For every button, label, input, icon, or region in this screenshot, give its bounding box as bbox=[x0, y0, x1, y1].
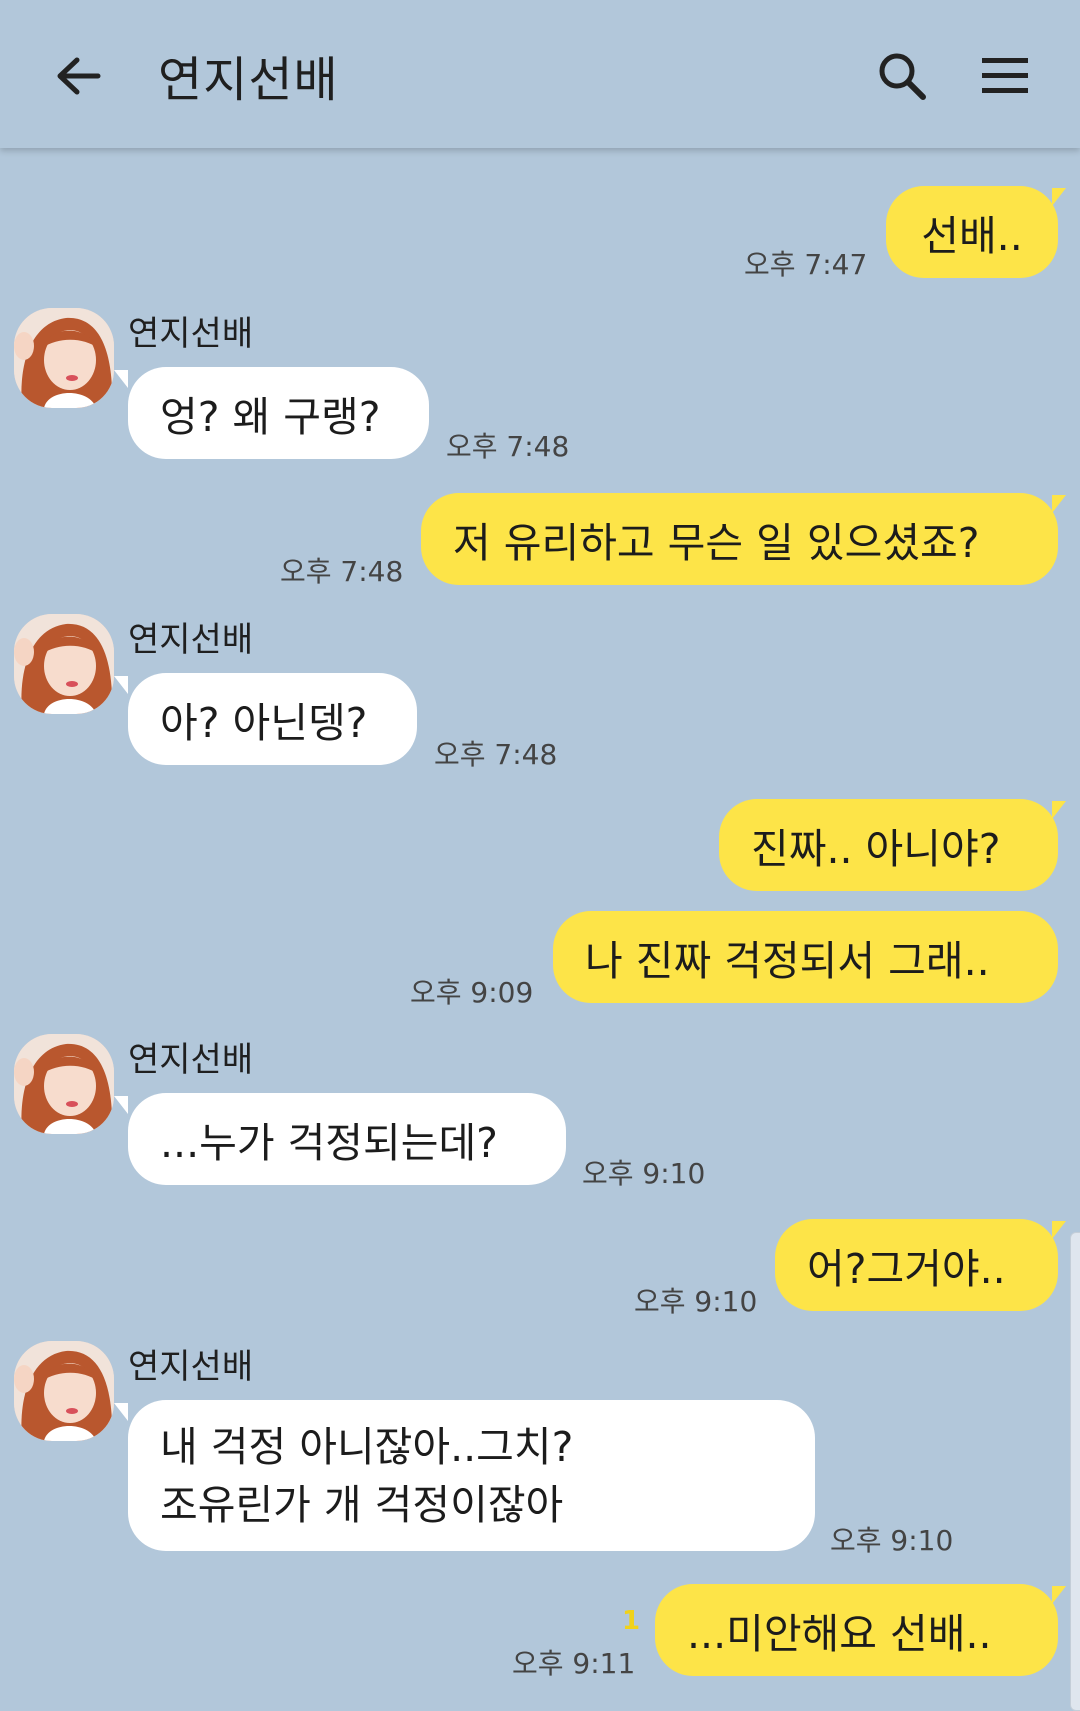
chat-header: 연지선배 bbox=[0, 0, 1080, 148]
search-icon bbox=[879, 53, 926, 100]
message-time: 오후 9:10 bbox=[830, 1524, 954, 1557]
message-time: 오후 7:47 bbox=[744, 248, 868, 281]
unread-count: 1 bbox=[622, 1606, 641, 1636]
my-message-bubble[interactable]: 나 진짜 걱정되서 그래.. bbox=[553, 911, 1058, 1003]
hamburger-menu-icon bbox=[982, 58, 1028, 93]
sender-name: 연지선배 bbox=[128, 1347, 254, 1387]
message-line: 내 걱정 아니잖아..그치? bbox=[160, 1422, 574, 1471]
message-time: 오후 7:48 bbox=[446, 430, 570, 463]
other-message-bubble[interactable]: 내 걱정 아니잖아..그치? 조유린가 개 걱정이잖아 bbox=[128, 1400, 815, 1551]
profile-photo bbox=[14, 1034, 114, 1134]
other-message-bubble[interactable]: 엉? 왜 구랭? bbox=[128, 367, 429, 459]
bubble-tail bbox=[114, 1403, 128, 1421]
arrow-left-icon bbox=[57, 57, 101, 95]
sender-name: 연지선배 bbox=[128, 1040, 254, 1080]
profile-photo bbox=[14, 614, 114, 714]
sender-name: 연지선배 bbox=[128, 314, 254, 354]
profile-photo bbox=[14, 1341, 114, 1441]
profile-photo bbox=[14, 308, 114, 408]
message-time: 오후 9:09 bbox=[410, 976, 534, 1009]
avatar[interactable] bbox=[14, 308, 114, 408]
chat-title: 연지선배 bbox=[158, 52, 339, 108]
message-time: 오후 9:10 bbox=[582, 1157, 706, 1190]
message-time: 오후 9:10 bbox=[634, 1285, 758, 1318]
bubble-tail bbox=[1052, 495, 1066, 513]
my-message-bubble[interactable]: 선배.. bbox=[886, 186, 1058, 278]
back-button[interactable] bbox=[52, 50, 104, 102]
search-button[interactable] bbox=[876, 50, 928, 102]
bubble-tail bbox=[114, 370, 128, 388]
my-message-bubble[interactable]: 저 유리하고 무슨 일 있으셨죠? bbox=[421, 493, 1058, 585]
message-time: 오후 7:48 bbox=[434, 738, 558, 771]
bubble-tail bbox=[1052, 188, 1066, 206]
other-message-bubble[interactable]: ...누가 걱정되는데? bbox=[128, 1093, 566, 1185]
bubble-tail bbox=[1052, 801, 1066, 819]
scrollbar[interactable] bbox=[1070, 1232, 1080, 1711]
my-message-bubble[interactable]: 진짜.. 아니야? bbox=[719, 799, 1058, 891]
menu-button[interactable] bbox=[980, 54, 1032, 98]
message-time: 오후 9:11 bbox=[512, 1647, 636, 1680]
other-message-bubble[interactable]: 아? 아닌뎅? bbox=[128, 673, 417, 765]
avatar[interactable] bbox=[14, 614, 114, 714]
message-line: 조유린가 개 걱정이잖아 bbox=[160, 1480, 564, 1529]
bubble-tail bbox=[114, 1096, 128, 1114]
sender-name: 연지선배 bbox=[128, 620, 254, 660]
bubble-tail bbox=[1052, 1586, 1066, 1604]
bubble-tail bbox=[1052, 1221, 1066, 1239]
bubble-tail bbox=[114, 676, 128, 694]
avatar[interactable] bbox=[14, 1034, 114, 1134]
my-message-bubble[interactable]: 어?그거야.. bbox=[775, 1219, 1058, 1311]
my-message-bubble[interactable]: ...미안해요 선배.. bbox=[655, 1584, 1058, 1676]
message-time: 오후 7:48 bbox=[280, 555, 404, 588]
avatar[interactable] bbox=[14, 1341, 114, 1441]
